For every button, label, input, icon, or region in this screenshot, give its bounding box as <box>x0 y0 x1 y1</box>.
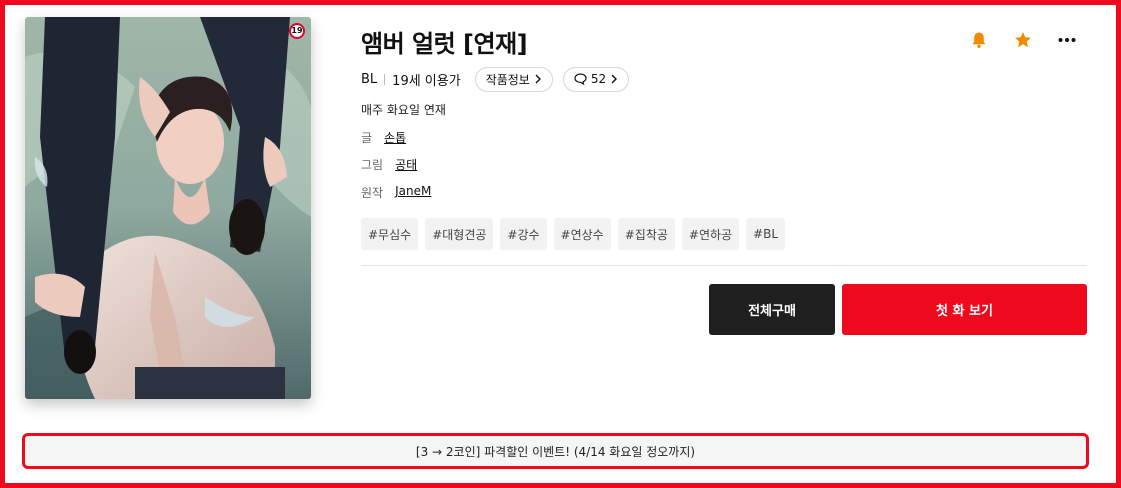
first-episode-button[interactable]: 첫 화 보기 <box>842 284 1087 335</box>
tag-chip[interactable]: #집착공 <box>617 218 675 250</box>
speech-bubble-icon <box>574 73 587 85</box>
star-icon <box>1015 32 1031 48</box>
tag-chip[interactable]: #연하공 <box>681 218 740 250</box>
credit-label: 원작 <box>361 186 384 200</box>
tag-chip[interactable]: #무심수 <box>361 218 419 250</box>
credit-artist: 그림 공태 <box>361 156 417 173</box>
info-button[interactable]: 작품정보 <box>474 66 553 92</box>
tag-chip[interactable]: #대형견공 <box>425 218 494 250</box>
info-button-label: 작품정보 <box>485 72 530 87</box>
credit-original: 원작 JaneM <box>361 184 431 201</box>
meta-row: BL 19세 이용가 작품정보 52 <box>361 66 630 92</box>
schedule-text: 매주 화요일 연재 <box>361 103 446 117</box>
tag-chip[interactable]: #연상수 <box>553 218 611 250</box>
more-button[interactable] <box>1053 26 1081 54</box>
age-rating: 19세 이용가 <box>392 73 461 89</box>
tag-chip[interactable]: #강수 <box>500 218 547 250</box>
event-banner[interactable]: [3 → 2코인] 파격할인 이벤트! (4/14 화요일 정오까지) <box>22 433 1089 469</box>
chevron-right-icon <box>535 74 541 84</box>
original-author-link[interactable]: JaneM <box>395 184 431 201</box>
artist-link[interactable]: 공태 <box>395 156 417 173</box>
buy-all-button[interactable]: 전체구매 <box>709 284 835 335</box>
genre-label: BL <box>361 71 378 87</box>
section-divider <box>361 265 1087 266</box>
writer-link[interactable]: 손톱 <box>384 129 406 146</box>
favorite-button[interactable] <box>1009 26 1037 54</box>
credit-label: 글 <box>361 131 373 145</box>
action-bar <box>965 26 1081 54</box>
chevron-right-icon <box>611 74 618 84</box>
page-title: 앰버 얼럿 [연재] <box>361 30 528 58</box>
tag-list: #무심수 #대형견공 #강수 #연상수 #집착공 #연하공 #BL <box>361 218 786 250</box>
credit-writer: 글 손톱 <box>361 129 406 146</box>
more-icon <box>1058 38 1076 42</box>
comment-count: 52 <box>590 72 607 86</box>
bell-icon <box>972 32 986 48</box>
credit-label: 그림 <box>361 158 384 172</box>
alert-button[interactable] <box>965 26 993 54</box>
tag-chip[interactable]: #BL <box>746 218 786 250</box>
cover-artwork <box>25 17 311 399</box>
comments-button[interactable]: 52 <box>562 66 630 92</box>
cover-image[interactable]: 19 <box>25 17 311 399</box>
age-19-badge: 19 <box>289 23 305 39</box>
event-banner-text: [3 → 2코인] 파격할인 이벤트! (4/14 화요일 정오까지) <box>415 444 696 459</box>
meta-divider <box>384 73 386 85</box>
